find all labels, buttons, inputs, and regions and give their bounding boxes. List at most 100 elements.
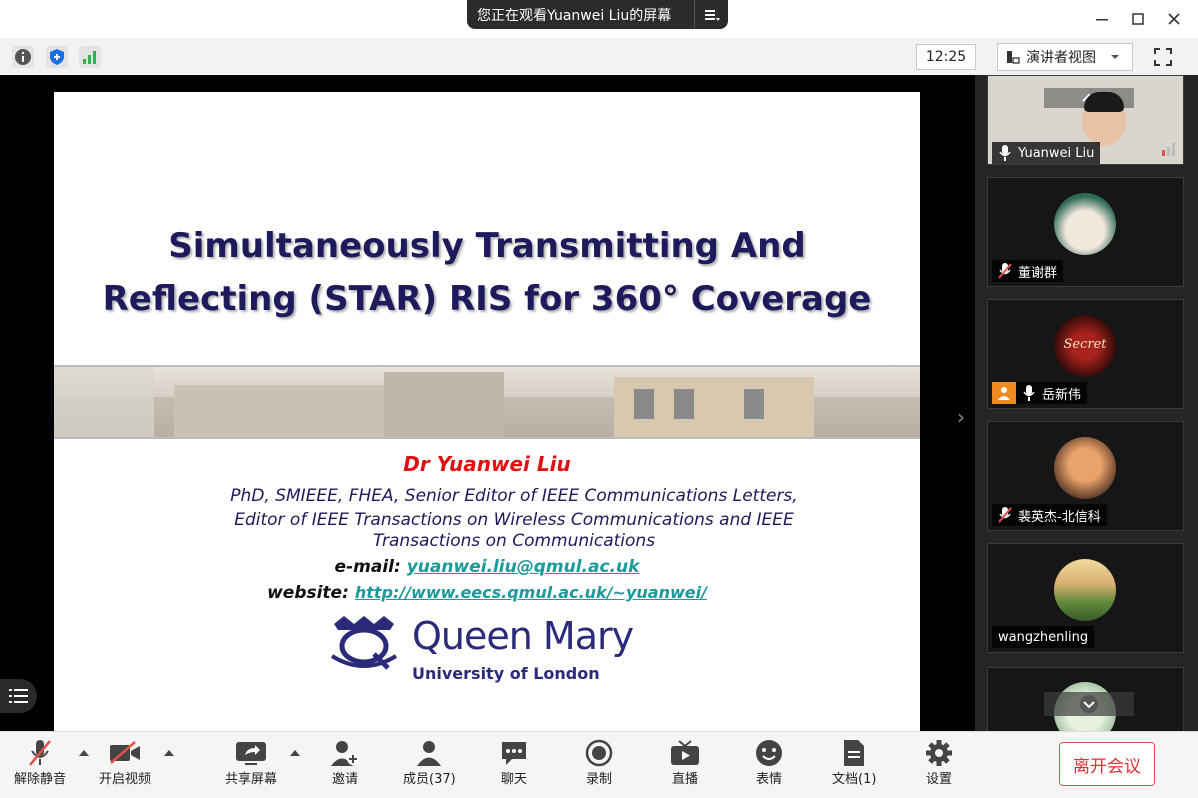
participant-avatar: [1054, 193, 1116, 255]
live-button[interactable]: 直播: [670, 738, 700, 787]
emoji-label: 表情: [755, 772, 782, 787]
slide-author: Dr Yuanwei Liu: [403, 452, 571, 476]
gear-icon: [925, 738, 953, 768]
start-video-button[interactable]: 开启视频: [99, 738, 151, 787]
host-person-icon: [992, 382, 1016, 404]
participant-avatar: Secret: [1054, 315, 1116, 377]
minimize-icon[interactable]: [1091, 8, 1113, 30]
invite-label: 邀请: [331, 772, 358, 787]
presentation-slide: Simultaneously Transmitting And Reflecti…: [54, 92, 920, 731]
share-banner-text: 您正在观看Yuanwei Liu的屏幕: [477, 7, 672, 24]
members-button[interactable]: 成员(37): [403, 738, 456, 787]
maximize-icon[interactable]: [1127, 8, 1149, 30]
participant-tile[interactable]: Secret 岳新伟: [987, 299, 1184, 409]
speaker-view-icon: [1006, 50, 1020, 64]
leave-meeting-button[interactable]: 离开会议: [1059, 742, 1155, 786]
list-menu-icon[interactable]: [0, 679, 37, 713]
microphone-muted-icon: [998, 507, 1012, 523]
scroll-down-handle[interactable]: [1044, 692, 1134, 716]
unmute-button[interactable]: 解除静音: [14, 738, 66, 787]
microphone-muted-icon: [998, 263, 1012, 279]
credentials-line-2: Editor of IEEE Transactions on Wireless …: [234, 510, 794, 530]
documents-label: 文档(1): [832, 772, 877, 787]
participant-label: Yuanwei Liu: [992, 142, 1101, 164]
credentials-line-1: PhD, SMIEEE, FHEA, Senior Editor of IEEE…: [230, 486, 798, 506]
shared-screen-area: Simultaneously Transmitting And Reflecti…: [0, 75, 975, 731]
email-label: e-mail:: [334, 557, 401, 577]
live-tv-icon: [670, 738, 700, 768]
microphone-icon: [998, 145, 1012, 161]
website-label: website:: [267, 583, 349, 603]
documents-button[interactable]: 文档(1): [832, 738, 876, 787]
crown-crest-icon: [330, 616, 398, 670]
view-mode-label: 演讲者视图: [1026, 50, 1096, 66]
participant-name: 岳新伟: [1042, 387, 1082, 403]
share-screen-label: 共享屏幕: [225, 772, 278, 787]
participant-face: [1082, 92, 1126, 146]
participant-tile[interactable]: [987, 667, 1184, 731]
info-icon[interactable]: [12, 46, 34, 68]
website-link[interactable]: http://www.eecs.qmul.ac.uk/~yuanwei/: [355, 583, 707, 602]
logo-subtitle: University of London: [412, 664, 600, 683]
participant-label: wangzhenling: [992, 626, 1095, 648]
slide-title-line-2: Reflecting (STAR) RIS for 360° Coverage: [102, 279, 872, 319]
credentials-line-3: Transactions on Communications: [372, 531, 656, 551]
record-label: 录制: [585, 772, 612, 787]
microphone-muted-icon: [27, 738, 53, 768]
meeting-clock: 12:25: [916, 44, 976, 70]
queen-mary-logo: Queen Mary University of London: [324, 612, 654, 683]
participant-tile[interactable]: 裴英杰-北信科: [987, 421, 1184, 531]
slide-credentials: PhD, SMIEEE, FHEA, Senior Editor of IEEE…: [184, 484, 844, 551]
slide-title: Simultaneously Transmitting And Reflecti…: [54, 220, 920, 326]
record-button[interactable]: 录制: [585, 738, 613, 787]
members-icon: [415, 738, 443, 768]
participant-name: Yuanwei Liu: [1018, 145, 1095, 161]
participant-label: 岳新伟: [992, 382, 1088, 404]
participant-tile[interactable]: Yuanwei Liu: [987, 75, 1184, 165]
screen-share-banner: 您正在观看Yuanwei Liu的屏幕: [467, 0, 728, 29]
email-link[interactable]: yuanwei.liu@qmul.ac.uk: [407, 557, 640, 577]
participant-avatar: [1054, 559, 1116, 621]
participant-name: 董谢群: [1018, 265, 1058, 281]
participant-name: wangzhenling: [998, 629, 1089, 645]
add-user-icon: [330, 738, 360, 768]
record-icon: [585, 738, 613, 768]
participant-tile[interactable]: wangzhenling: [987, 543, 1184, 653]
invite-button[interactable]: 邀请: [330, 738, 360, 787]
security-shield-icon[interactable]: [46, 46, 68, 68]
network-signal-icon[interactable]: [79, 46, 101, 68]
share-menu-icon[interactable]: [694, 0, 728, 29]
start-video-label: 开启视频: [99, 772, 152, 787]
participant-tile[interactable]: 董谢群: [987, 177, 1184, 287]
building-banner-image: [54, 365, 920, 439]
emoji-icon: [755, 738, 783, 768]
share-screen-button[interactable]: 共享屏幕: [225, 738, 277, 787]
meeting-controls: 解除静音 开启视频 共享屏幕 邀请 成员(37) 聊天 录制 直播 表情 文档(…: [0, 731, 1198, 798]
settings-button[interactable]: 设置: [925, 738, 953, 787]
participant-label: 裴英杰-北信科: [992, 504, 1107, 526]
members-label: 成员(37): [403, 772, 456, 787]
title-bar: 您正在观看Yuanwei Liu的屏幕: [0, 0, 1198, 38]
video-options-caret[interactable]: [164, 750, 174, 756]
video-off-icon: [109, 738, 141, 768]
close-icon[interactable]: [1163, 8, 1185, 30]
fullscreen-icon[interactable]: [1150, 44, 1176, 70]
meeting-toolbar: 12:25 演讲者视图: [0, 38, 1198, 76]
chevron-right-icon[interactable]: ›: [957, 405, 965, 429]
view-mode-dropdown[interactable]: 演讲者视图: [997, 43, 1133, 71]
audio-options-caret[interactable]: [79, 750, 89, 756]
emoji-button[interactable]: 表情: [755, 738, 783, 787]
chat-button[interactable]: 聊天: [500, 738, 528, 787]
live-label: 直播: [671, 772, 698, 787]
share-options-caret[interactable]: [290, 750, 300, 756]
unmute-label: 解除静音: [14, 772, 67, 787]
chevron-down-icon: [1110, 53, 1120, 61]
participant-avatar: [1054, 437, 1116, 499]
microphone-icon: [1022, 385, 1036, 401]
share-screen-icon: [235, 738, 267, 768]
chat-label: 聊天: [500, 772, 527, 787]
settings-label: 设置: [925, 772, 952, 787]
participant-video-panel[interactable]: Yuanwei Liu 董谢群 Secret 岳新伟 裴英杰-北信科 wangz…: [975, 75, 1198, 731]
slide-title-line-1: Simultaneously Transmitting And: [168, 226, 806, 266]
chat-icon: [500, 738, 528, 768]
